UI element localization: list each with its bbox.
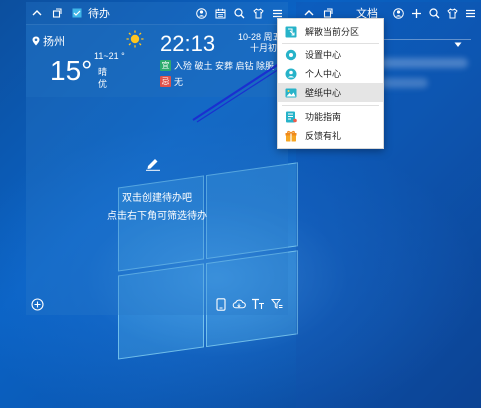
city-name: 扬州 <box>43 36 65 48</box>
text-size-icon[interactable] <box>251 297 265 311</box>
ji-tag: 忌 <box>160 76 171 87</box>
todo-bottom-toolbar <box>26 293 288 315</box>
skin-icon[interactable] <box>392 7 405 20</box>
mobile-sync-icon[interactable] <box>214 297 228 311</box>
menu-item-wallpaper[interactable]: 壁纸中心 <box>278 83 383 102</box>
clock-panel[interactable]: 22:13 10-28 周五 十月初 宜 入殓 破土 安葬 启钻 除服 忌 无 <box>152 25 288 97</box>
collapse-icon[interactable] <box>30 7 43 20</box>
guide-icon <box>285 111 297 123</box>
todo-empty-hint: 双击创建待办吧 <box>122 193 192 204</box>
add-todo-icon[interactable] <box>30 297 44 311</box>
dropdown-chevron-icon[interactable] <box>454 35 462 53</box>
info-panel: 扬州 15° 11~21 ° 晴 优 22:13 10-28 周五 十月初 宜 … <box>26 24 288 97</box>
todo-app-icon <box>70 7 83 20</box>
calendar-icon[interactable] <box>214 7 227 20</box>
sunny-icon <box>126 30 144 48</box>
yi-text: 入殓 破土 安葬 启钻 除服 <box>174 61 275 71</box>
todo-list-area[interactable]: 双击创建待办吧 点击右下角可筛选待办 <box>26 97 288 315</box>
user-icon <box>285 68 297 80</box>
almanac-ji: 忌 无 <box>160 75 183 88</box>
filter-icon[interactable] <box>270 297 284 311</box>
menu-item-label: 解散当前分区 <box>305 27 360 37</box>
menu-item-profile[interactable]: 个人中心 <box>278 64 383 83</box>
menu-item-label: 设置中心 <box>305 50 342 60</box>
menu-item-guide[interactable]: 功能指南 <box>278 107 383 126</box>
menu-item-settings[interactable]: 设置中心 <box>278 45 383 64</box>
tshirt-icon[interactable] <box>446 7 459 20</box>
todo-widget-titlebar: 待办 <box>26 2 288 24</box>
menu-separator <box>282 43 379 44</box>
cloud-sync-icon[interactable] <box>232 297 246 311</box>
skin-icon[interactable] <box>195 7 208 20</box>
menu-icon[interactable] <box>464 7 477 20</box>
tshirt-icon[interactable] <box>252 7 265 20</box>
location-pin-icon <box>32 36 40 46</box>
menu-item-label: 壁纸中心 <box>305 88 342 98</box>
almanac-yi: 宜 入殓 破土 安葬 启钻 除服 <box>160 59 274 72</box>
menu-separator <box>282 105 379 106</box>
lunar-date: 十月初 <box>250 43 278 53</box>
todo-widget-title: 待办 <box>88 8 110 20</box>
menu-item-label: 个人中心 <box>305 69 342 79</box>
settings-icon <box>285 49 297 61</box>
menu-item-ungroup[interactable]: 解散当前分区 <box>278 22 383 41</box>
ungroup-icon <box>285 26 297 38</box>
air-quality: 优 <box>98 79 108 89</box>
ji-text: 无 <box>174 77 184 87</box>
weather-panel[interactable]: 扬州 15° 11~21 ° 晴 优 <box>26 25 151 97</box>
todo-widget: 待办 扬州 15° 11~21 ° 晴 优 22:13 10-28 周五 十月初… <box>26 2 288 315</box>
clock-time: 22:13 <box>160 31 216 56</box>
current-temperature: 15° <box>50 55 93 86</box>
menu-item-label: 反馈有礼 <box>305 131 342 141</box>
search-icon[interactable] <box>428 7 441 20</box>
pin-icon[interactable] <box>50 7 63 20</box>
yi-tag: 宜 <box>160 60 171 71</box>
weather-city: 扬州 <box>32 33 65 49</box>
search-icon[interactable] <box>233 7 246 20</box>
gift-icon <box>285 130 297 142</box>
add-icon[interactable] <box>410 7 423 20</box>
edit-pen-icon <box>146 159 160 171</box>
context-menu: 解散当前分区 设置中心 个人中心 壁纸中心 功能指南 反馈有礼 <box>277 18 384 149</box>
menu-item-label: 功能指南 <box>305 112 342 122</box>
menu-item-feedback[interactable]: 反馈有礼 <box>278 126 383 145</box>
todo-filter-hint: 点击右下角可筛选待办 <box>107 211 207 222</box>
wallpaper-icon <box>285 87 297 99</box>
temperature-range: 11~21 ° <box>94 51 125 61</box>
